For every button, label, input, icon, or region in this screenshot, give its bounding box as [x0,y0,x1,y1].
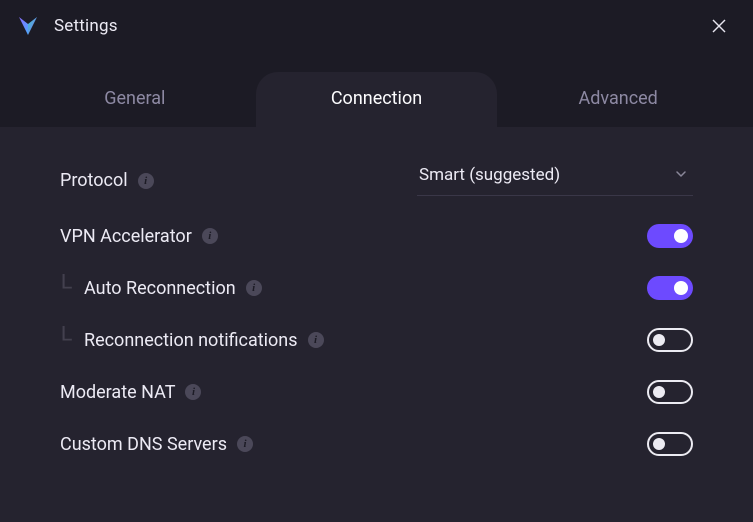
info-icon[interactable]: i [246,280,262,296]
info-icon[interactable]: i [138,173,154,189]
setting-moderate-nat-row: Moderate NAT i [60,366,693,418]
protocol-label: Protocol [60,170,128,191]
content-panel: Protocol i Smart (suggested) VPN Acceler… [0,127,753,522]
protocol-dropdown[interactable]: Smart (suggested) [417,165,693,196]
setting-auto-reconnection-row: L Auto Reconnection i [60,262,693,314]
titlebar: Settings [0,0,753,52]
moderate-nat-label: Moderate NAT [60,382,175,403]
reconnection-notifications-label: Reconnection notifications [84,330,298,351]
setting-reconnection-notifications-row: L Reconnection notifications i [60,314,693,366]
info-icon[interactable]: i [202,228,218,244]
close-button[interactable] [705,12,733,40]
reconnection-notifications-toggle[interactable] [647,328,693,352]
tree-branch-icon: L [60,323,73,348]
auto-reconnection-toggle[interactable] [647,276,693,300]
tabbar: General Connection Advanced [0,72,753,127]
tab-connection[interactable]: Connection [256,72,498,127]
app-logo-icon [16,14,40,38]
vpn-accelerator-label: VPN Accelerator [60,226,192,247]
setting-custom-dns-row: Custom DNS Servers i [60,418,693,470]
info-icon[interactable]: i [237,436,253,452]
tab-advanced[interactable]: Advanced [497,72,739,127]
protocol-value: Smart (suggested) [419,165,560,185]
tab-general[interactable]: General [14,72,256,127]
titlebar-left: Settings [16,14,118,38]
moderate-nat-toggle[interactable] [647,380,693,404]
custom-dns-label: Custom DNS Servers [60,434,227,455]
setting-protocol-row: Protocol i Smart (suggested) [60,151,693,210]
chevron-down-icon [675,165,687,185]
info-icon[interactable]: i [308,332,324,348]
info-icon[interactable]: i [185,384,201,400]
window-title: Settings [54,16,118,36]
vpn-accelerator-toggle[interactable] [647,224,693,248]
tree-branch-icon: L [60,271,73,296]
close-icon [711,18,727,34]
auto-reconnection-label: Auto Reconnection [84,278,236,299]
custom-dns-toggle[interactable] [647,432,693,456]
setting-vpn-accelerator-row: VPN Accelerator i [60,210,693,262]
